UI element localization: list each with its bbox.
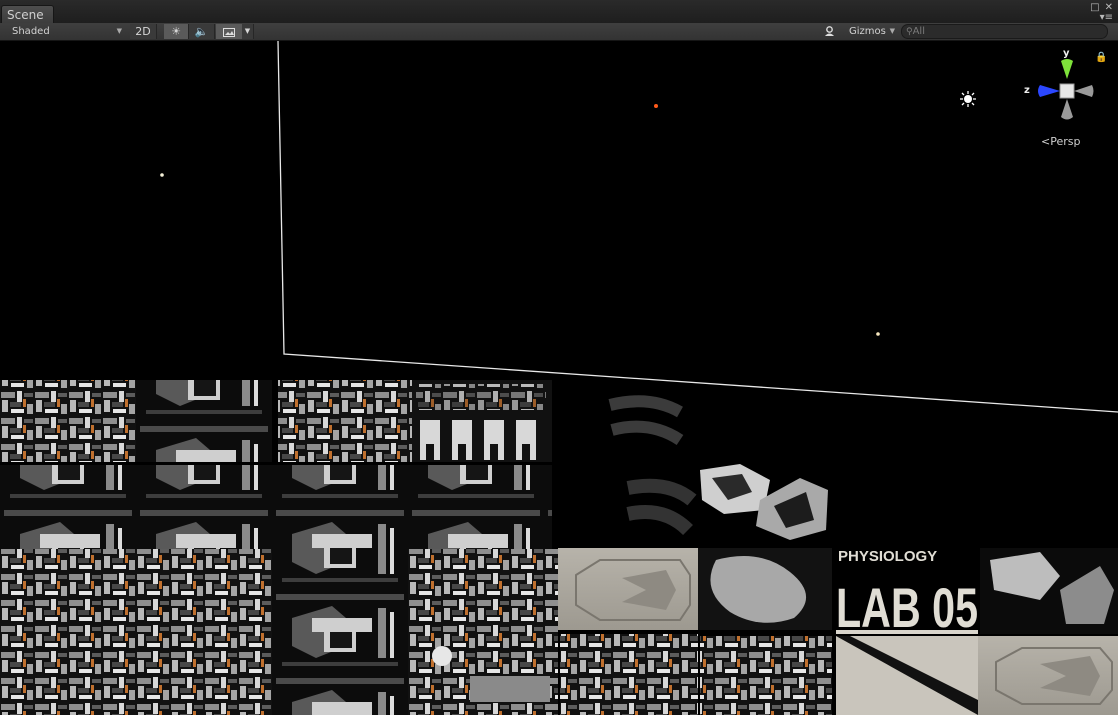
scene-toolbar: Shaded ▼ 2D ☀ 🔈 ▼ Gizmos ▼ ⚲All [0,23,1118,41]
draw-mode-label: Shaded [12,26,50,37]
maximize-icon[interactable]: □ [1090,2,1099,13]
draw-mode-dropdown[interactable]: Shaded ▼ [4,24,126,39]
editor-tab-strip: Scene □ ✕ ▾≡ [0,0,1118,24]
chevron-down-icon: ▼ [116,27,122,35]
gizmo-y-label: y [1063,48,1070,59]
scene-effects-button[interactable] [216,24,243,39]
speaker-icon: 🔈 [194,25,209,38]
search-icon: ⚲ [906,27,913,37]
scene-audio-button[interactable]: 🔈 [189,24,215,39]
directional-light-icon [960,91,976,107]
gizmo-z-label: z [1024,85,1030,96]
chevron-down-icon: ▼ [889,27,895,35]
orientation-gizmo[interactable] [1022,49,1112,129]
projection-label: Persp [1050,135,1081,148]
sun-icon: ☀ [171,25,181,38]
tab-scene[interactable]: Scene [1,5,54,24]
perspective-icon: < [1041,135,1051,148]
hierarchy-search-field[interactable]: ⚲All [901,24,1108,39]
2d-toggle-button[interactable]: 2D [130,24,157,39]
camera-icon-button[interactable] [822,24,836,39]
gizmos-label: Gizmos [849,26,886,37]
lab-sign-texture: PHYSIOLOGY LAB 05 [836,548,978,636]
sign-line-2: LAB 05 [836,576,978,636]
scene-lighting-button[interactable]: ☀ [164,24,189,39]
gizmos-dropdown[interactable]: Gizmos ▼ [845,24,899,39]
image-icon [223,27,235,37]
panel-menu-icon[interactable]: ▾≡ [1100,12,1113,23]
effects-dropdown-arrow[interactable]: ▼ [242,24,254,39]
camera-icon [824,26,834,36]
sign-line-1: PHYSIOLOGY [838,548,937,565]
search-placeholder: All [912,26,925,37]
scene-viewport[interactable]: PHYSIOLOGY LAB 05 🔒 y z <Persp [0,41,1118,715]
projection-toggle[interactable]: <Persp [1041,135,1080,148]
